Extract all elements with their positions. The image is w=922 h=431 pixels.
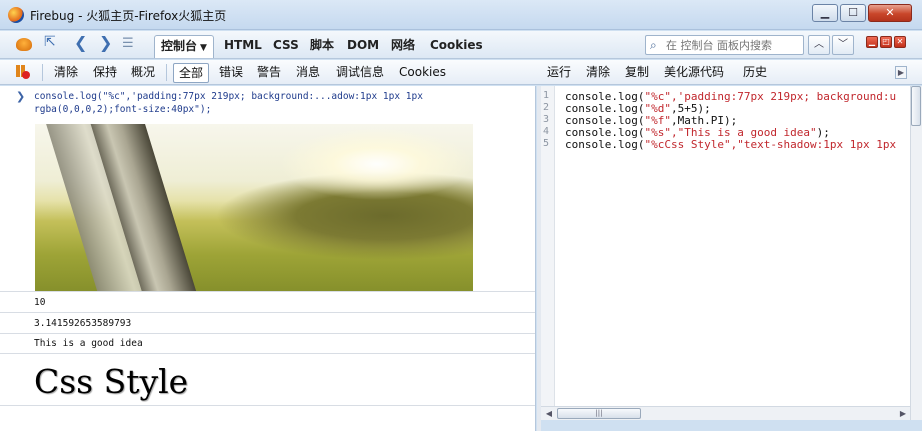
search-input[interactable]: [666, 37, 800, 53]
log-entry: 10: [0, 292, 535, 313]
log-command-text[interactable]: console.log("%c",'padding:77px 219px; ba…: [34, 90, 530, 116]
close-button[interactable]: ✕: [868, 4, 912, 22]
search-icon: ⌕: [650, 38, 657, 52]
tab-console[interactable]: 控制台 ▼: [154, 35, 214, 58]
vertical-scroll-thumb[interactable]: [911, 86, 921, 126]
filter-warnings[interactable]: 警告: [254, 63, 284, 83]
tab-cookies[interactable]: Cookies: [424, 35, 489, 58]
back-arrow-icon[interactable]: ❮: [74, 33, 87, 52]
editor-clear-button[interactable]: 清除: [583, 63, 613, 83]
window-title: Firebug - 火狐主页-Firefox火狐主页: [30, 9, 227, 23]
line-number-gutter: 1 2 3 4 5: [541, 86, 555, 406]
tab-css[interactable]: CSS: [267, 35, 305, 58]
clear-button[interactable]: 清除: [51, 63, 81, 83]
firebug-detach-button[interactable]: ◰: [880, 36, 892, 48]
search-box: ⌕: [645, 35, 804, 55]
tab-console-label: 控制台: [161, 39, 198, 53]
firebug-minimize-button[interactable]: ▁: [866, 36, 878, 48]
log-output-text: 3.141592653589793: [34, 318, 132, 329]
log-output-text: 10: [34, 297, 46, 308]
search-next-button[interactable]: ﹀: [832, 35, 854, 55]
styled-background-image: [35, 124, 473, 291]
toolbar-overflow-arrow-icon[interactable]: ▶: [895, 66, 907, 79]
log-output-text: This is a good idea: [34, 338, 143, 349]
tab-html[interactable]: HTML: [218, 35, 268, 58]
scroll-right-icon[interactable]: ▶: [897, 408, 909, 419]
search-prev-button[interactable]: ︿: [808, 35, 830, 55]
minimize-button[interactable]: ▁: [812, 4, 838, 22]
filter-all[interactable]: 全部: [173, 63, 210, 83]
command-editor[interactable]: 1 2 3 4 5 console.log("%c",'padding:77px…: [541, 86, 922, 406]
window-title-bar: Firebug - 火狐主页-Firefox火狐主页 ▁ ☐ ✕: [0, 0, 922, 30]
scroll-left-icon[interactable]: ◀: [543, 408, 555, 419]
log-entry: 3.141592653589793: [0, 313, 535, 334]
console-log-panel: ❯ console.log("%c",'padding:77px 219px; …: [0, 86, 536, 431]
maximize-button[interactable]: ☐: [840, 4, 866, 22]
tab-net[interactable]: 网络: [385, 35, 421, 58]
persist-button[interactable]: 保持: [90, 63, 120, 83]
toolbar-divider: [166, 64, 167, 81]
tab-dom[interactable]: DOM: [341, 35, 385, 58]
history-button[interactable]: 历史: [740, 63, 770, 83]
chevron-down-icon: ▼: [200, 43, 207, 53]
forward-arrow-icon[interactable]: ❯: [99, 33, 112, 52]
line-number: 2: [543, 102, 550, 113]
firefox-icon: [8, 7, 24, 23]
list-icon[interactable]: ☰: [122, 36, 134, 51]
pause-icon[interactable]: [16, 65, 30, 79]
log-entry-command: ❯ console.log("%c",'padding:77px 219px; …: [0, 86, 535, 292]
line-number: 1: [543, 90, 550, 101]
vertical-scrollbar[interactable]: [910, 86, 922, 420]
styled-log-text: Css Style: [34, 362, 189, 401]
beautify-button[interactable]: 美化源代码: [661, 63, 727, 83]
command-prompt-icon: ❯: [16, 90, 26, 103]
run-button[interactable]: 运行: [544, 63, 574, 83]
log-entry: This is a good idea: [0, 334, 535, 354]
firebug-logo-icon[interactable]: [16, 38, 32, 51]
inspect-element-icon[interactable]: ⇱: [44, 34, 56, 50]
filter-info[interactable]: 消息: [293, 63, 323, 83]
code-line[interactable]: console.log("%cCss Style","text-shadow:1…: [565, 138, 896, 151]
filter-errors[interactable]: 错误: [216, 63, 246, 83]
horizontal-scroll-thumb[interactable]: |||: [557, 408, 641, 419]
tab-script[interactable]: 脚本: [304, 35, 340, 58]
toolbar-divider: [42, 64, 43, 81]
line-number: 3: [543, 114, 550, 125]
log-entry-styled: Css Style: [0, 354, 535, 406]
profile-button[interactable]: 概况: [128, 63, 158, 83]
filter-cookies[interactable]: Cookies: [396, 63, 449, 83]
line-number: 5: [543, 138, 550, 149]
filter-debug[interactable]: 调试信息: [333, 63, 387, 83]
copy-button[interactable]: 复制: [622, 63, 652, 83]
firebug-close-button[interactable]: ✕: [894, 36, 906, 48]
line-number: 4: [543, 126, 550, 137]
